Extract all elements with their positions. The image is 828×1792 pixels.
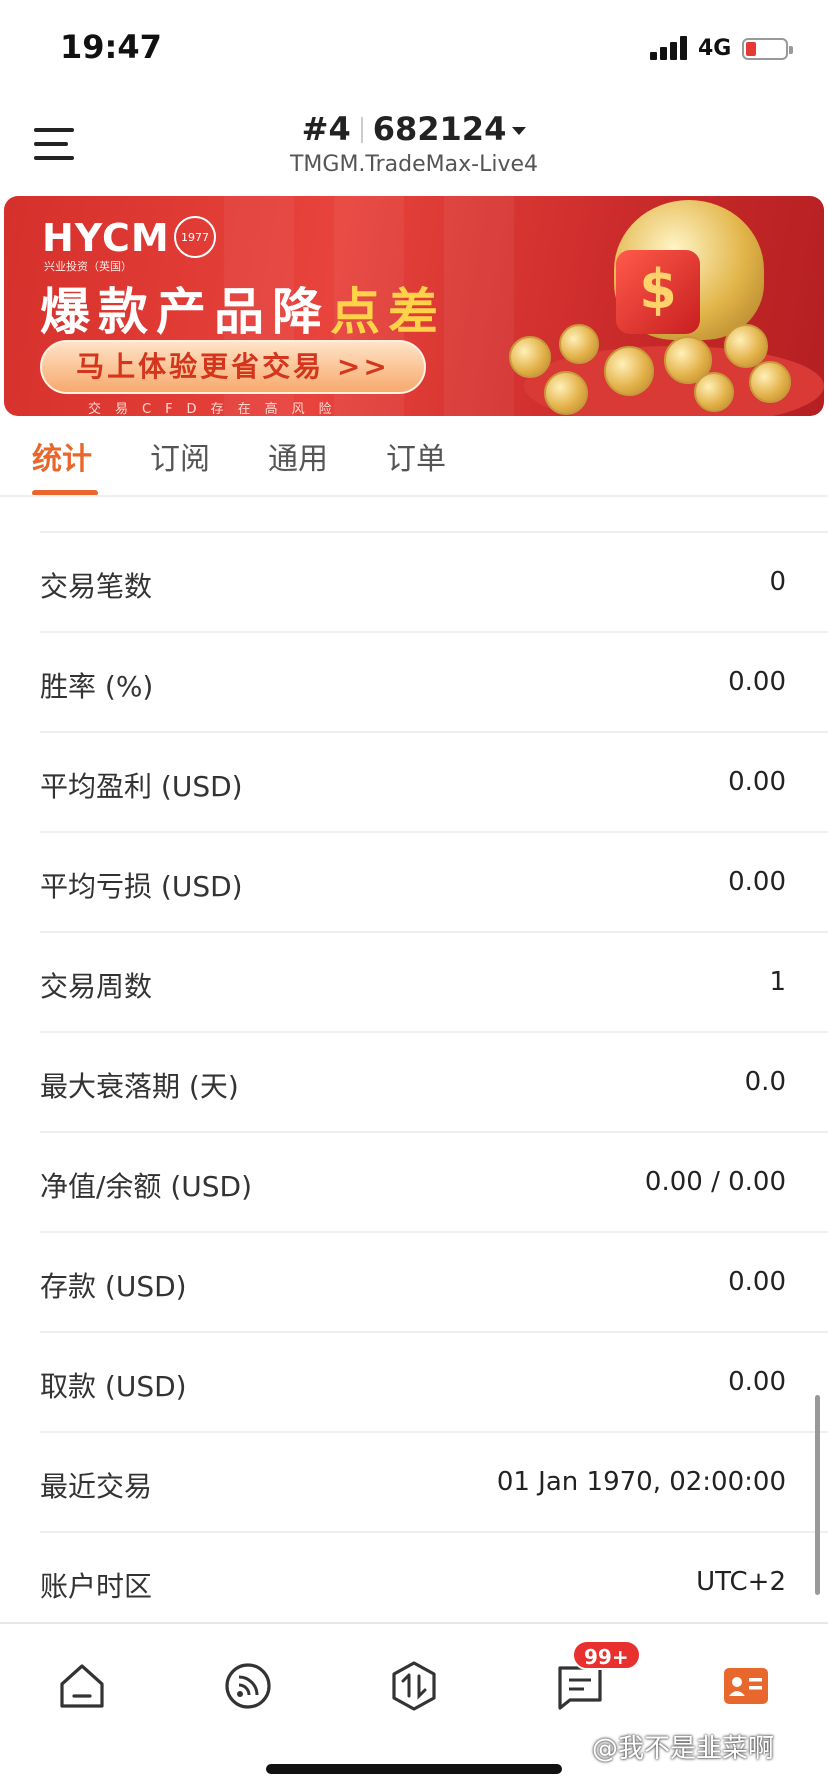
stat-value: 0.00 (728, 767, 786, 797)
stat-row-timezone: 账户时区 UTC+2 (0, 1533, 828, 1633)
tab-statistics[interactable]: 统计 (32, 434, 92, 478)
banner-headline: 爆款产品降点差 (40, 283, 446, 341)
stats-list: 交易笔数 0 胜率 (%) 0.00 平均盈利 (USD) 0.00 平均亏损 … (0, 497, 828, 1633)
tab-subscription[interactable]: 订阅 (150, 434, 210, 478)
profile-card-icon[interactable] (720, 1660, 772, 1712)
stat-value: UTC+2 (696, 1567, 786, 1597)
trade-icon[interactable] (388, 1660, 440, 1712)
stat-label: 最大衰落期 (天) (40, 1070, 239, 1103)
stat-label: 账户时区 (40, 1570, 153, 1603)
scrollbar[interactable] (815, 1395, 820, 1595)
stat-label: 交易周数 (40, 970, 153, 1003)
stat-value: 0.00 (728, 667, 786, 697)
stat-label: 平均亏损 (USD) (40, 870, 243, 903)
banner-disclaimer: 交易CFD存在高风险 (88, 402, 346, 416)
stat-row-avg-profit: 平均盈利 (USD) 0.00 (0, 733, 828, 833)
banner-cta-button[interactable]: 马上体验更省交易 >> (40, 340, 426, 394)
stat-label: 最近交易 (40, 1470, 153, 1503)
signal-feed-icon[interactable] (222, 1660, 274, 1712)
account-number: 682124 (372, 110, 507, 148)
stat-row-avg-loss: 平均亏损 (USD) 0.00 (0, 833, 828, 933)
tab-general[interactable]: 通用 (268, 434, 328, 478)
stat-label: 交易笔数 (40, 570, 153, 603)
network-type: 4G (698, 36, 732, 61)
stat-row-last-trade: 最近交易 01 Jan 1970, 02:00:00 (0, 1433, 828, 1533)
stat-value: 0.00 / 0.00 (644, 1167, 786, 1197)
stat-label: 平均盈利 (USD) (40, 770, 243, 803)
stat-value: 0.00 (728, 867, 786, 897)
stat-value: 0.00 (728, 1367, 786, 1397)
stat-value: 1 (769, 967, 786, 997)
stat-row-equity-balance: 净值/余额 (USD) 0.00 / 0.00 (0, 1133, 828, 1233)
watermark-text: @我不是韭菜啊 (592, 1734, 775, 1764)
home-icon[interactable] (56, 1660, 108, 1712)
cellular-signal-icon (650, 36, 690, 60)
list-item-partial (0, 497, 828, 533)
account-prefix: #4 (301, 110, 351, 148)
stat-row-trade-count: 交易笔数 0 (0, 533, 828, 633)
stat-row-trading-weeks: 交易周数 1 (0, 933, 828, 1033)
tab-bar: 统计 订阅 通用 订单 (0, 416, 828, 496)
stat-value: 01 Jan 1970, 02:00:00 (496, 1467, 786, 1497)
stat-label: 净值/余额 (USD) (40, 1170, 253, 1203)
stat-label: 胜率 (%) (40, 670, 154, 703)
stat-value: 0.00 (728, 1267, 786, 1297)
stat-value: 0 (769, 567, 786, 597)
stat-value: 0.0 (744, 1067, 786, 1097)
caret-down-icon (512, 127, 527, 135)
home-indicator[interactable] (266, 1764, 562, 1774)
account-selector[interactable]: #4 682124 (0, 110, 828, 148)
battery-icon (742, 38, 793, 60)
dollar-box-illustration: $ (616, 250, 700, 334)
stat-row-deposits: 存款 (USD) 0.00 (0, 1233, 828, 1333)
notification-badge: 99+ (572, 1640, 641, 1670)
brand-logo: HYCM (42, 216, 170, 260)
stat-label: 存款 (USD) (40, 1270, 187, 1303)
account-header: #4 682124 TMGM.TradeMax-Live4 (0, 96, 828, 196)
promo-banner[interactable]: $ HYCM 兴业投资（英国） 1977 爆款产品降点差 马上体验更省交易 >>… (4, 196, 824, 416)
brand-seal: 1977 (174, 216, 216, 258)
status-time: 19:47 (60, 28, 162, 66)
stat-row-win-rate: 胜率 (%) 0.00 (0, 633, 828, 733)
status-bar: 19:47 4G (0, 0, 828, 96)
server-name: TMGM.TradeMax-Live4 (289, 152, 538, 177)
app-screen: 19:47 4G #4 682124 TMGM.TradeMax-Live4 $ (0, 0, 828, 1792)
tab-orders[interactable]: 订单 (386, 434, 446, 478)
stat-row-max-drawdown-period: 最大衰落期 (天) 0.0 (0, 1033, 828, 1133)
stat-label: 取款 (USD) (40, 1370, 187, 1403)
stat-row-withdrawals: 取款 (USD) 0.00 (0, 1333, 828, 1433)
